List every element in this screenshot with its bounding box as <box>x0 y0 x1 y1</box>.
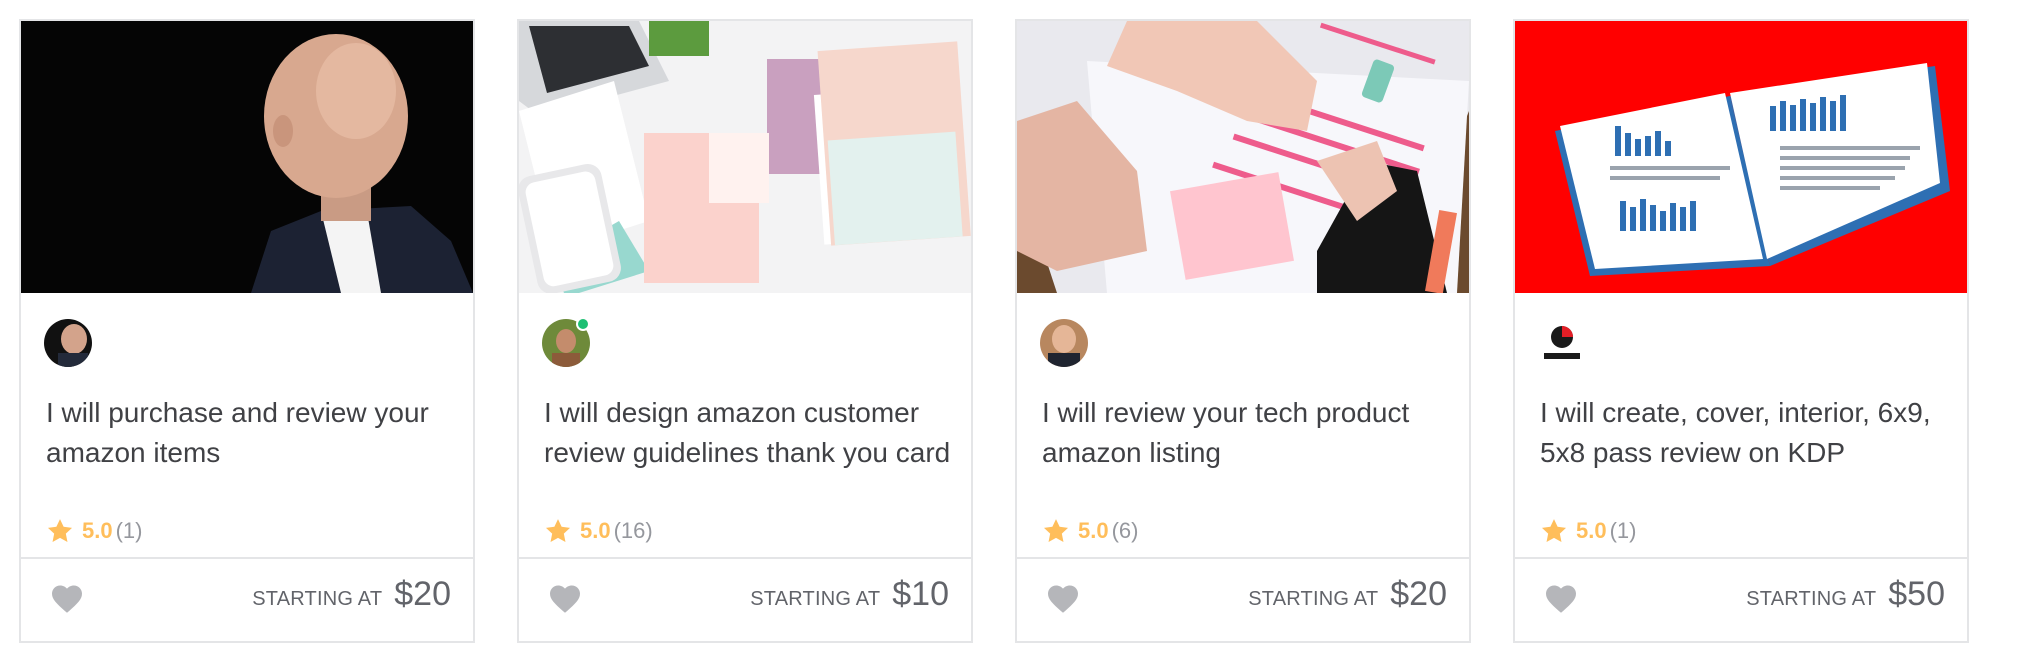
card-footer: STARTING AT $50 <box>1515 557 1967 643</box>
seller-info[interactable] <box>44 315 108 371</box>
gig-thumbnail[interactable] <box>1017 21 1469 293</box>
star-icon <box>1042 517 1070 545</box>
review-count: (16) <box>613 518 653 543</box>
price-block[interactable]: STARTING AT $10 <box>750 575 949 619</box>
gig-card[interactable]: I will purchase and review your amazon i… <box>19 19 475 643</box>
seller-avatar[interactable] <box>1040 319 1088 367</box>
seller-info[interactable] <box>1538 315 1602 371</box>
gig-title[interactable]: I will review your tech product amazon l… <box>1042 393 1452 473</box>
gig-card[interactable]: I will review your tech product amazon l… <box>1015 19 1471 643</box>
price-block[interactable]: STARTING AT $20 <box>1248 575 1447 619</box>
rating-value: 5.0 <box>580 518 611 543</box>
review-count: (6) <box>1111 518 1139 543</box>
rating-value: 5.0 <box>82 518 113 543</box>
seller-avatar[interactable] <box>44 319 92 367</box>
heart-icon[interactable] <box>1045 581 1081 617</box>
gig-price: $20 <box>394 575 451 613</box>
review-count: (1) <box>1609 518 1637 543</box>
gig-thumbnail[interactable] <box>21 21 473 293</box>
card-footer: STARTING AT $20 <box>1017 557 1469 643</box>
card-footer: STARTING AT $20 <box>21 557 473 643</box>
seller-info[interactable] <box>542 315 606 371</box>
heart-icon[interactable] <box>547 581 583 617</box>
starting-at-label: STARTING AT <box>750 588 881 610</box>
online-status-badge <box>576 317 590 331</box>
seller-avatar[interactable] <box>1538 319 1586 367</box>
starting-at-label: STARTING AT <box>1746 588 1877 610</box>
gig-thumbnail[interactable] <box>1515 21 1967 293</box>
rating-value: 5.0 <box>1078 518 1109 543</box>
price-block[interactable]: STARTING AT $50 <box>1746 575 1945 619</box>
heart-icon[interactable] <box>1543 581 1579 617</box>
star-icon <box>46 517 74 545</box>
gig-title[interactable]: I will create, cover, interior, 6x9, 5x8… <box>1540 393 1950 473</box>
review-count: (1) <box>115 518 143 543</box>
gig-card[interactable]: I will design amazon customer review gui… <box>517 19 973 643</box>
gig-price: $20 <box>1390 575 1447 613</box>
gig-card[interactable]: I will create, cover, interior, 6x9, 5x8… <box>1513 19 1969 643</box>
gig-rating: 5.0 (16) <box>544 515 653 547</box>
rating-value: 5.0 <box>1576 518 1607 543</box>
heart-icon[interactable] <box>49 581 85 617</box>
price-block[interactable]: STARTING AT $20 <box>252 575 451 619</box>
starting-at-label: STARTING AT <box>1248 588 1379 610</box>
gig-thumbnail[interactable] <box>519 21 971 293</box>
star-icon <box>544 517 572 545</box>
gig-rating: 5.0 (1) <box>46 515 142 547</box>
card-footer: STARTING AT $10 <box>519 557 971 643</box>
star-icon <box>1540 517 1568 545</box>
gig-price: $50 <box>1888 575 1945 613</box>
seller-info[interactable] <box>1040 315 1104 371</box>
gig-rating: 5.0 (6) <box>1042 515 1138 547</box>
gig-price: $10 <box>892 575 949 613</box>
gig-rating: 5.0 (1) <box>1540 515 1636 547</box>
gig-grid: I will purchase and review your amazon i… <box>0 0 2031 663</box>
gig-title[interactable]: I will purchase and review your amazon i… <box>46 393 456 473</box>
gig-title[interactable]: I will design amazon customer review gui… <box>544 393 954 473</box>
starting-at-label: STARTING AT <box>252 588 383 610</box>
